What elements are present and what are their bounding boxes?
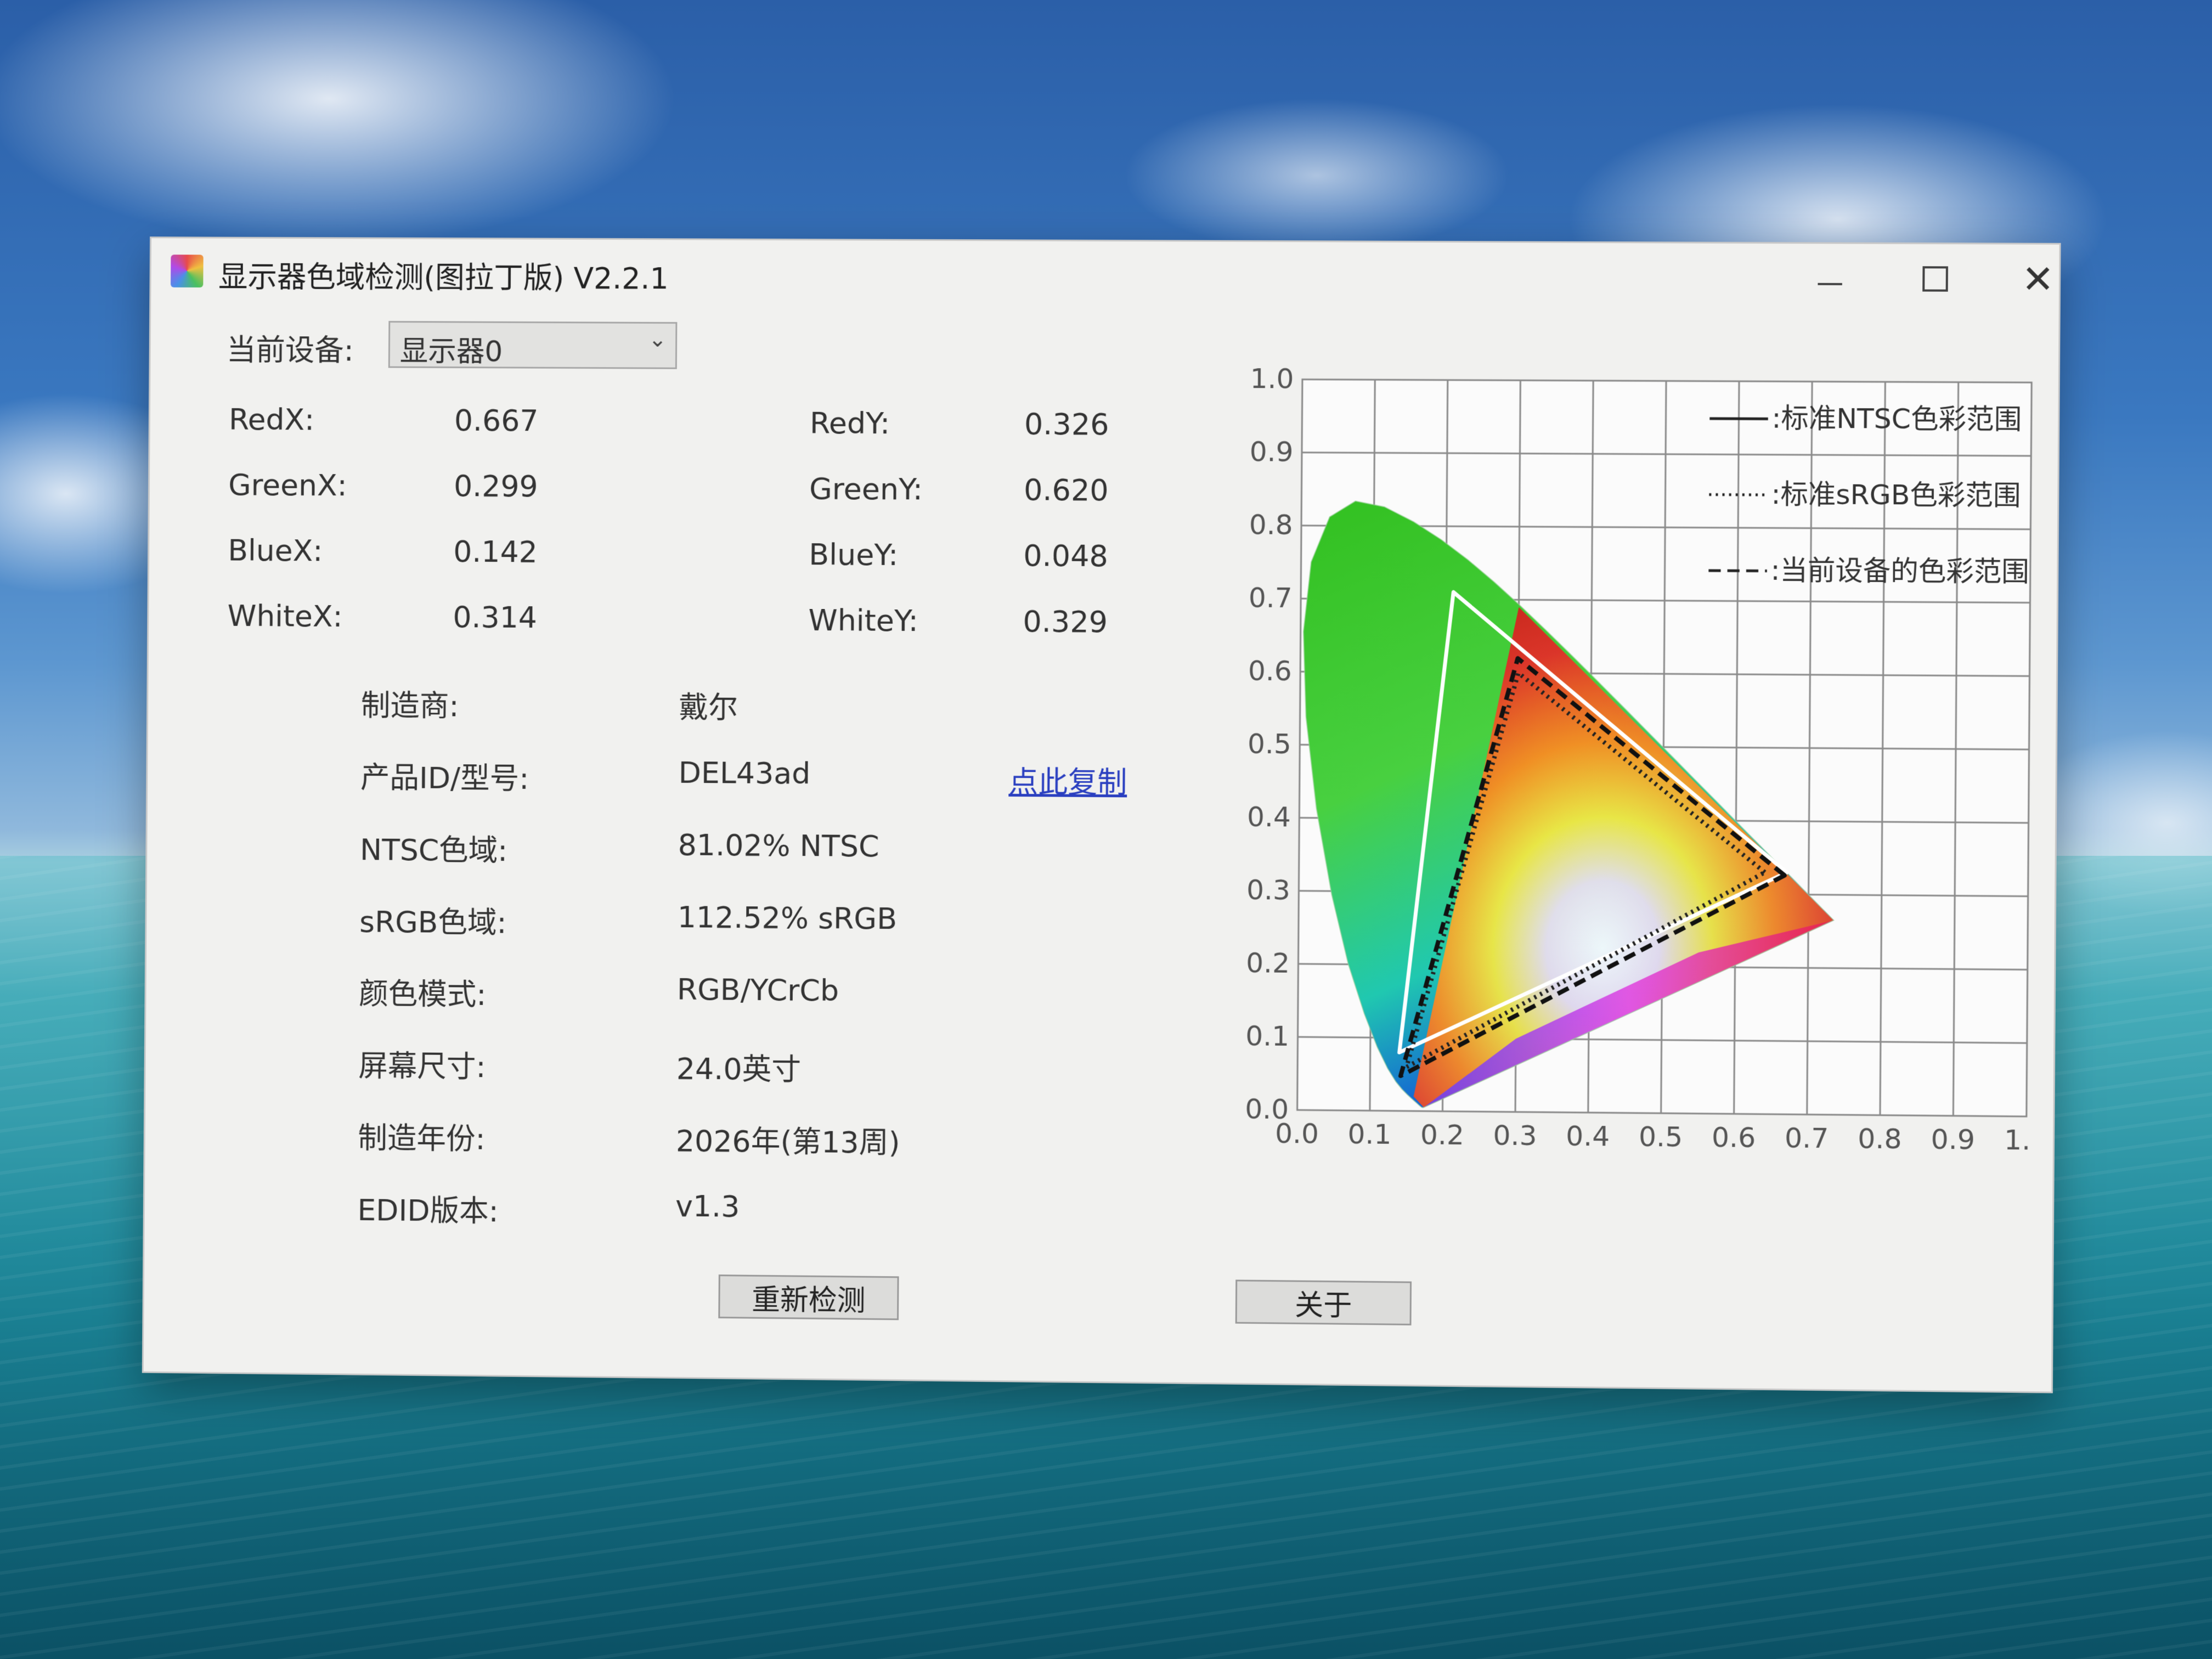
color-mode-label: 颜色模式: xyxy=(359,977,487,1012)
whitey-label: WhiteY: xyxy=(808,603,919,639)
legend-label-2: :当前设备的色彩范围 xyxy=(1770,554,2029,588)
whitex-label: WhiteX: xyxy=(227,599,343,634)
whitey-value: 0.329 xyxy=(1023,604,1108,640)
greenx-label: GreenX: xyxy=(228,467,347,503)
bluex-value: 0.142 xyxy=(453,534,538,569)
y-tick-label: 0.9 xyxy=(1250,436,1294,468)
y-tick-label: 0.1 xyxy=(1245,1020,1289,1052)
minimize-icon xyxy=(1818,283,1842,285)
y-tick-label: 0.0 xyxy=(1245,1093,1289,1125)
copy-link[interactable]: 点此复制 xyxy=(1008,758,1127,802)
y-tick-label: 0.2 xyxy=(1246,947,1290,979)
x-tick-label: 0.3 xyxy=(1493,1119,1537,1152)
manufacture-year-label: 制造年份: xyxy=(358,1120,486,1156)
x-tick-label: 0.6 xyxy=(1712,1121,1756,1154)
cie-chart: 0.0 0.1 0.2 0.3 0.4 0.5 0.6 0.7 0.8 0.9 1. 0.0 0.1 0.… xyxy=(1209,352,2026,1216)
ntsc-gamut-label: NTSC色域: xyxy=(359,832,508,868)
maximize-icon xyxy=(1922,266,1948,292)
edid-version-value: v1.3 xyxy=(675,1188,740,1224)
srgb-gamut-label: sRGB色域: xyxy=(359,904,507,940)
bluey-value: 0.048 xyxy=(1023,538,1109,574)
redy-label: RedY: xyxy=(809,405,890,441)
srgb-gamut-value: 112.52% sRGB xyxy=(677,900,898,936)
redx-value: 0.667 xyxy=(454,403,539,438)
title-bar[interactable]: 显示器色域检测(图拉丁版) V2.2.1 ✕ xyxy=(151,238,2059,316)
x-tick-label: 0.8 xyxy=(1858,1122,1902,1155)
redy-value: 0.326 xyxy=(1024,407,1109,442)
x-tick-label: 0.1 xyxy=(1347,1118,1391,1150)
cie-chart-svg: 0.0 0.1 0.2 0.3 0.4 0.5 0.6 0.7 0.8 0.9 1.0.00.10.… xyxy=(1245,363,2029,1156)
about-button[interactable]: 关于 xyxy=(1235,1279,1412,1325)
y-tick-label: 1.0 xyxy=(1250,363,1294,395)
legend-label-1: :标准sRGB色彩范围 xyxy=(1771,478,2021,512)
maximize-button[interactable] xyxy=(1899,254,1972,304)
redx-label: RedX: xyxy=(228,402,315,437)
greeny-label: GreenY: xyxy=(809,471,923,507)
y-tick-label: 0.3 xyxy=(1246,874,1290,906)
color-mode-value: RGB/YCrCb xyxy=(676,972,839,1008)
device-select[interactable]: 显示器0 ⌄ xyxy=(388,320,678,369)
redetect-button[interactable]: 重新检测 xyxy=(718,1274,899,1321)
x-tick-label: 0.9 xyxy=(1931,1123,1975,1155)
edid-version-label: EDID版本: xyxy=(357,1193,499,1229)
manufacturer-value: 戴尔 xyxy=(679,690,738,725)
device-select-value: 显示器0 xyxy=(399,335,503,369)
app-window: 显示器色域检测(图拉丁版) V2.2.1 ✕ 当前设备: 显示器0 ⌄ RedX… xyxy=(143,238,2059,1392)
minimize-button[interactable] xyxy=(1794,253,1866,303)
bluex-label: BlueX: xyxy=(228,533,323,568)
screen-size-label: 屏幕尺寸: xyxy=(358,1048,486,1085)
close-icon: ✕ xyxy=(2021,256,2055,302)
legend-label-0: :标准NTSC色彩范围 xyxy=(1771,402,2022,436)
y-tick-label: 0.8 xyxy=(1249,509,1293,541)
product-id-value: DEL43ad xyxy=(678,755,811,791)
greenx-value: 0.299 xyxy=(453,469,538,504)
y-tick-label: 0.5 xyxy=(1248,728,1291,760)
manufacturer-label: 制造商: xyxy=(360,688,459,724)
bluey-label: BlueY: xyxy=(809,537,899,573)
x-tick-label: 0.2 xyxy=(1420,1119,1464,1151)
device-label: 当前设备: xyxy=(226,332,354,368)
whitex-value: 0.314 xyxy=(453,600,538,635)
y-tick-label: 0.6 xyxy=(1248,655,1292,687)
manufacture-year-value: 2026年(第13周) xyxy=(675,1124,900,1160)
app-icon xyxy=(171,255,204,288)
y-tick-label: 0.7 xyxy=(1249,582,1293,614)
screen-size-value: 24.0英寸 xyxy=(676,1051,802,1087)
product-id-label: 产品ID/型号: xyxy=(360,760,529,796)
greeny-value: 0.620 xyxy=(1023,472,1109,508)
close-button[interactable]: ✕ xyxy=(2002,255,2074,304)
window-title: 显示器色域检测(图拉丁版) V2.2.1 xyxy=(218,259,669,296)
x-tick-label: 1. xyxy=(2004,1124,2031,1156)
ntsc-gamut-value: 81.02% NTSC xyxy=(678,827,879,864)
x-tick-label: 0.7 xyxy=(1785,1122,1829,1154)
x-tick-label: 0.5 xyxy=(1639,1121,1683,1153)
x-tick-label: 0.4 xyxy=(1566,1120,1610,1153)
chevron-down-icon: ⌄ xyxy=(648,326,667,352)
y-tick-label: 0.4 xyxy=(1247,801,1291,833)
